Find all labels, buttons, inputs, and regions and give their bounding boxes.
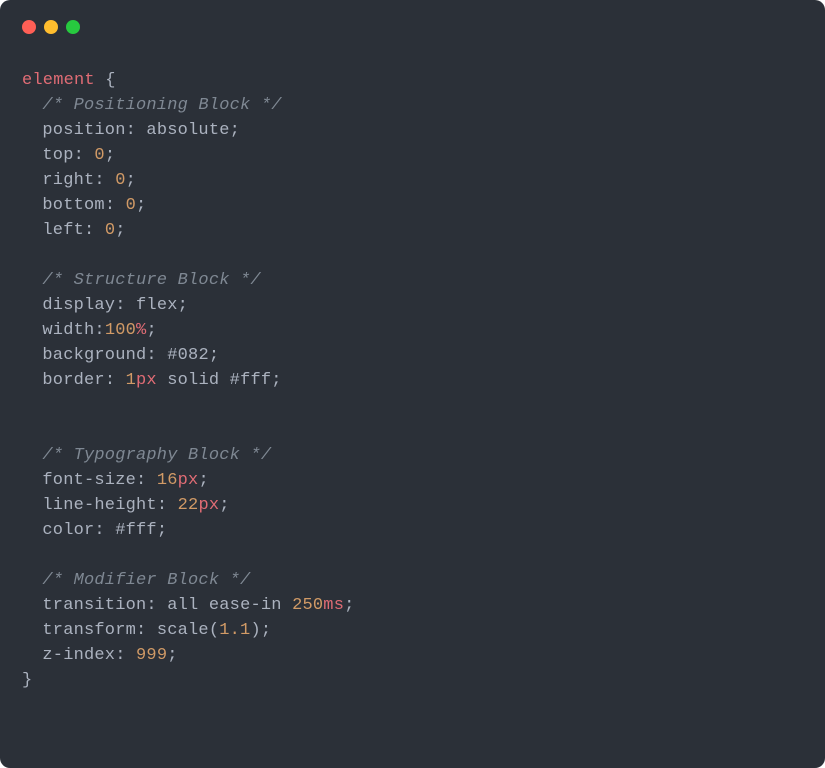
code-token: : [105, 196, 115, 215]
code-token: #082 [167, 346, 209, 365]
code-token: ; [198, 471, 208, 490]
code-token: : [94, 171, 104, 190]
code-area[interactable]: element { /* Positioning Block */ positi… [0, 36, 825, 693]
zoom-icon[interactable] [66, 20, 80, 34]
code-token: ; [261, 621, 271, 640]
code-token: 22 [178, 496, 199, 515]
code-token: color [42, 521, 94, 540]
code-token: : [74, 146, 84, 165]
code-token: #fff [115, 521, 157, 540]
code-token: top [42, 146, 73, 165]
code-token: px [136, 371, 157, 390]
code-token: : [115, 296, 125, 315]
code-token: : [94, 321, 104, 340]
code-token: ; [146, 321, 156, 340]
code-token: line-height [42, 496, 156, 515]
code-token: 999 [136, 646, 167, 665]
code-token: 1.1 [219, 621, 250, 640]
code-token: : [105, 371, 115, 390]
code-token: scale [157, 621, 209, 640]
code-token: 0 [115, 171, 125, 190]
code-token: font-size [42, 471, 136, 490]
code-token: ; [126, 171, 136, 190]
code-token: /* Typography Block */ [42, 446, 271, 465]
code-token: 0 [94, 146, 104, 165]
minimize-icon[interactable] [44, 20, 58, 34]
code-token: element [22, 71, 95, 90]
code-token: left [42, 221, 84, 240]
code-token: solid [167, 371, 219, 390]
code-token: px [178, 471, 199, 490]
code-token: 0 [126, 196, 136, 215]
code-token: all [167, 596, 198, 615]
code-token: : [136, 471, 146, 490]
code-token: /* Modifier Block */ [42, 571, 250, 590]
code-token: 100 [105, 321, 136, 340]
code-token: 0 [105, 221, 115, 240]
code-token: ; [344, 596, 354, 615]
code-token: ; [167, 646, 177, 665]
code-token: ; [105, 146, 115, 165]
code-token: } [22, 671, 32, 690]
code-token: : [146, 596, 156, 615]
code-token: : [136, 621, 146, 640]
code-token: ; [178, 296, 188, 315]
code-token: display [42, 296, 115, 315]
code-token: ) [250, 621, 260, 640]
code-token: /* Positioning Block */ [42, 96, 281, 115]
editor-window: element { /* Positioning Block */ positi… [0, 0, 825, 768]
code-token: : [84, 221, 94, 240]
code-token: % [136, 321, 146, 340]
code-token: ease-in [209, 596, 282, 615]
code-token: : [94, 521, 104, 540]
code-token: ; [136, 196, 146, 215]
code-token: /* Structure Block */ [42, 271, 260, 290]
code-token: 16 [157, 471, 178, 490]
code-token: absolute [146, 121, 229, 140]
code-token: ; [230, 121, 240, 140]
code-token: bottom [42, 196, 104, 215]
code-token: transition [42, 596, 146, 615]
code-token: background [42, 346, 146, 365]
code-token: z-index [42, 646, 115, 665]
code-token: : [126, 121, 136, 140]
code-token: right [42, 171, 94, 190]
code-token: ; [157, 521, 167, 540]
code-token: ; [271, 371, 281, 390]
code-token: ms [323, 596, 344, 615]
code-token: ; [115, 221, 125, 240]
code-token: ; [219, 496, 229, 515]
code-token: { [105, 71, 115, 90]
code-token: 1 [126, 371, 136, 390]
code-token: ( [209, 621, 219, 640]
code-token: position [42, 121, 125, 140]
code-token: width [42, 321, 94, 340]
code-token: 250 [292, 596, 323, 615]
code-token: : [115, 646, 125, 665]
code-token: border [42, 371, 104, 390]
code-token: ; [209, 346, 219, 365]
code-token: : [146, 346, 156, 365]
titlebar [0, 18, 825, 36]
code-token: px [198, 496, 219, 515]
code-token: : [157, 496, 167, 515]
close-icon[interactable] [22, 20, 36, 34]
code-token: flex [136, 296, 178, 315]
code-token: #fff [230, 371, 272, 390]
code-token: transform [42, 621, 136, 640]
